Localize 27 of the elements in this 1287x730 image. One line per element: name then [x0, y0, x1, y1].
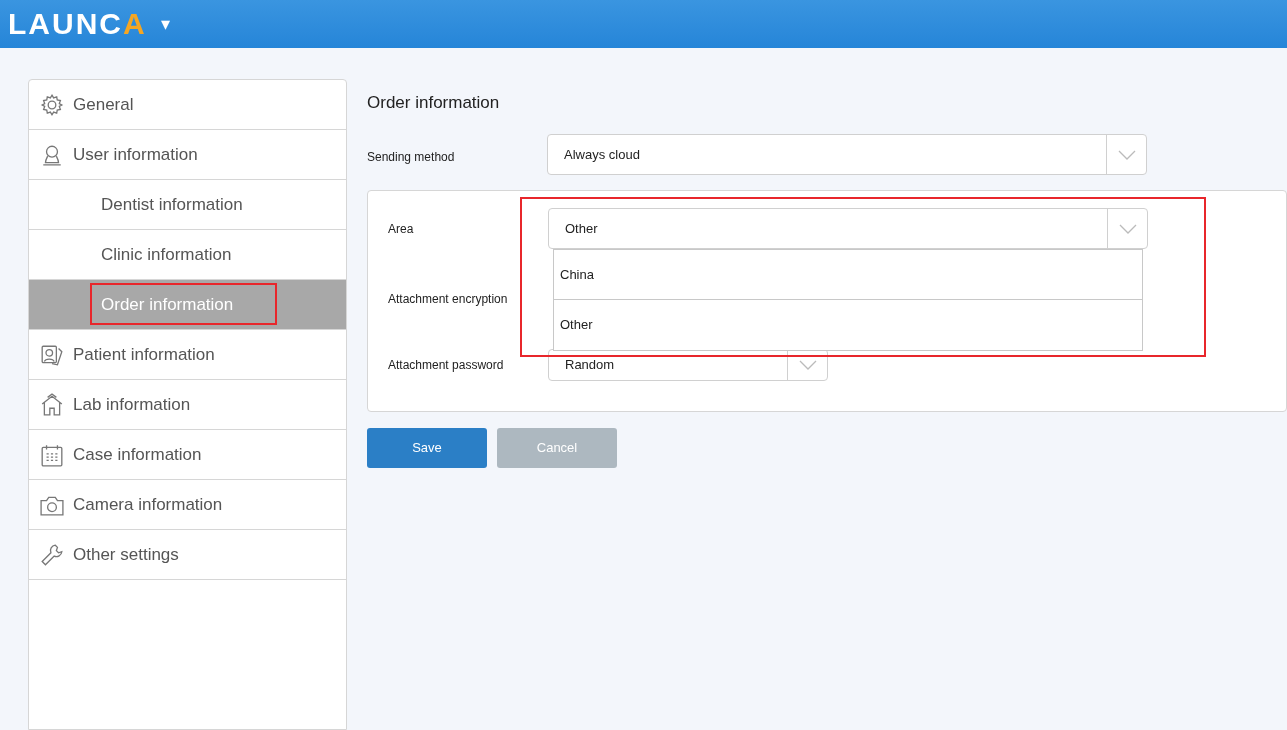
sidebar-item[interactable]: General — [29, 80, 346, 130]
sidebar-item[interactable]: Dentist information — [29, 180, 346, 230]
page-title: Order information — [367, 93, 501, 113]
sidebar-item[interactable]: Other settings — [29, 530, 346, 580]
sidebar-item[interactable]: Patient information — [29, 330, 346, 380]
logo: LAUNCA — [8, 9, 147, 39]
chevron-down-icon — [798, 360, 817, 370]
dropdown-select[interactable]: Other — [548, 208, 1148, 249]
dropdown-select[interactable]: Always cloud — [547, 134, 1147, 175]
menu-caret[interactable]: ▾ — [160, 15, 170, 33]
calendar-icon — [40, 442, 64, 467]
save-button[interactable]: Save — [367, 428, 487, 468]
wrench-icon — [40, 542, 64, 567]
sidebar-item[interactable]: Case information — [29, 430, 346, 480]
field-label: Attachment encryption — [388, 291, 509, 308]
sidebar-item[interactable]: Camera information — [29, 480, 346, 530]
field-label: Sending method — [367, 148, 456, 166]
chevron-down-icon — [1118, 223, 1137, 234]
sidebar-item[interactable]: User information — [29, 130, 346, 180]
chevron-down-icon — [1117, 149, 1136, 160]
field-label: Attachment password — [388, 357, 505, 374]
field-label: Area — [388, 220, 415, 238]
sidebar-item[interactable]: Lab information — [29, 380, 346, 430]
house-icon — [40, 392, 64, 417]
dropdown-option[interactable]: China — [554, 250, 1142, 300]
gear-icon — [40, 92, 64, 117]
dropdown-option[interactable]: Other — [554, 300, 1142, 350]
